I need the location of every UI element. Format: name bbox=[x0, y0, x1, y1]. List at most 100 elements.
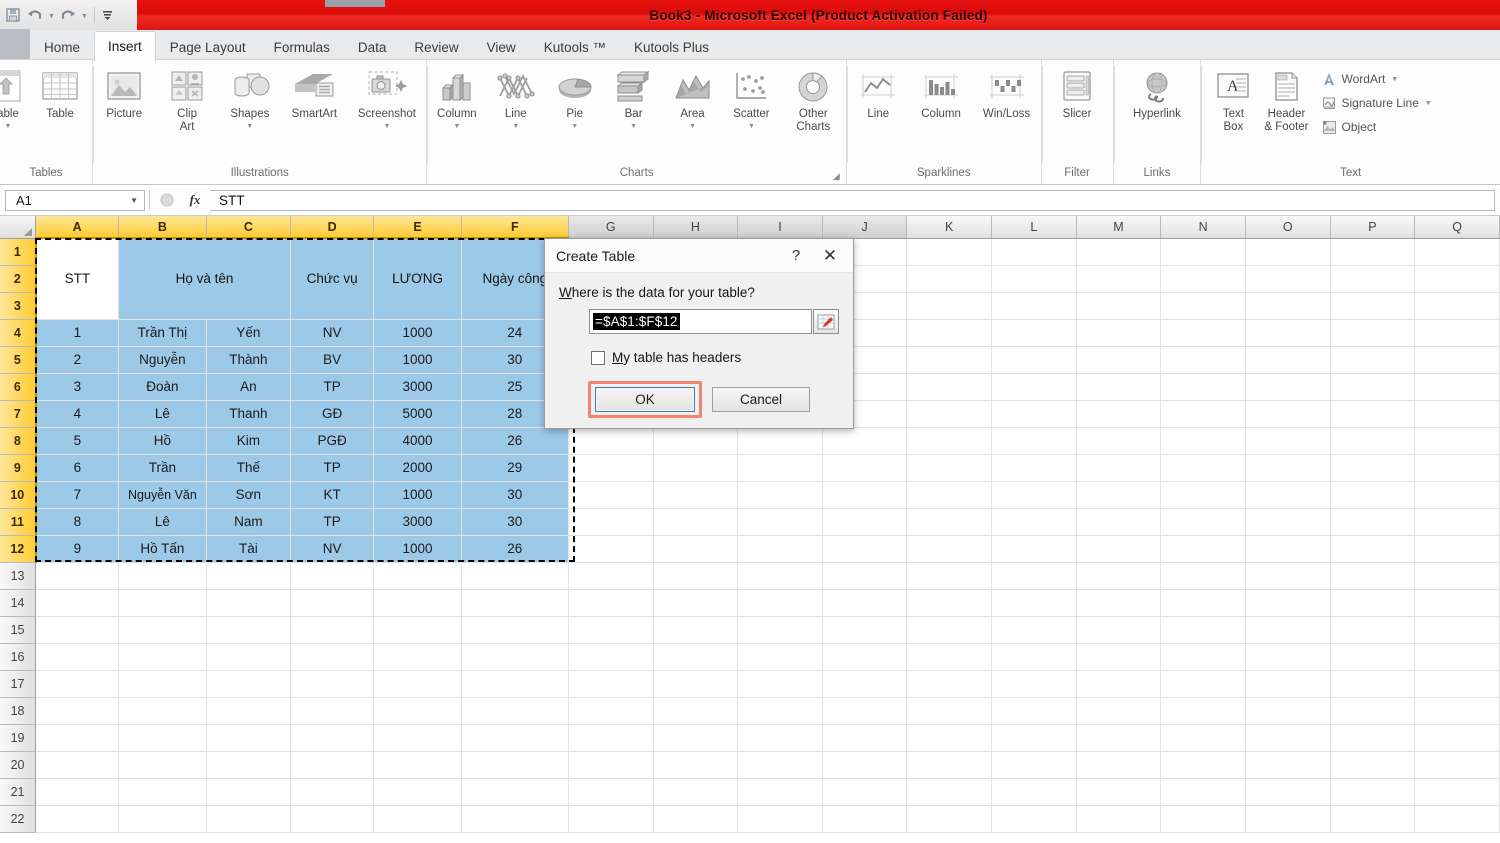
cell-ngaycong[interactable]: 30 bbox=[461, 508, 569, 536]
cell-L22[interactable] bbox=[991, 805, 1077, 833]
cell-O21[interactable] bbox=[1245, 778, 1331, 806]
cell-E21[interactable] bbox=[373, 778, 462, 806]
cell-Q11[interactable] bbox=[1414, 508, 1500, 536]
cell-K1[interactable] bbox=[906, 238, 992, 266]
cell-N5[interactable] bbox=[1160, 346, 1246, 374]
cell-H12[interactable] bbox=[653, 535, 739, 563]
cell-H11[interactable] bbox=[653, 508, 739, 536]
cell-Q15[interactable] bbox=[1414, 616, 1500, 644]
cell-N18[interactable] bbox=[1160, 697, 1246, 725]
cell-I22[interactable] bbox=[737, 805, 823, 833]
row-header-17[interactable]: 17 bbox=[0, 670, 37, 698]
cell-G17[interactable] bbox=[568, 670, 654, 698]
cell-Q9[interactable] bbox=[1414, 454, 1500, 482]
cell-M8[interactable] bbox=[1076, 427, 1162, 455]
cell-N22[interactable] bbox=[1160, 805, 1246, 833]
col-header-K[interactable]: K bbox=[906, 216, 992, 239]
bar-chart-button[interactable]: Bar ▼ bbox=[608, 66, 660, 131]
cell-Q13[interactable] bbox=[1414, 562, 1500, 590]
cell-O15[interactable] bbox=[1245, 616, 1331, 644]
cell-M10[interactable] bbox=[1076, 481, 1162, 509]
cell-L1[interactable] bbox=[991, 238, 1077, 266]
cell-ten[interactable]: Nam bbox=[206, 508, 291, 536]
undo-icon[interactable] bbox=[24, 3, 46, 27]
cell-M21[interactable] bbox=[1076, 778, 1162, 806]
tab-formulas[interactable]: Formulas bbox=[260, 33, 344, 61]
cell-P8[interactable] bbox=[1330, 427, 1416, 455]
cell-M5[interactable] bbox=[1076, 346, 1162, 374]
cell-luong[interactable]: 5000 bbox=[373, 400, 462, 428]
cell-ten[interactable]: Thế bbox=[206, 454, 291, 482]
cell-B19[interactable] bbox=[118, 724, 207, 752]
cell-H16[interactable] bbox=[653, 643, 739, 671]
cell-K17[interactable] bbox=[906, 670, 992, 698]
table-button[interactable]: Table bbox=[34, 66, 86, 121]
row-header-22[interactable]: 22 bbox=[0, 805, 37, 833]
col-header-C[interactable]: C bbox=[206, 216, 291, 239]
cell-J13[interactable] bbox=[822, 562, 908, 590]
sparkline-line-button[interactable]: Line bbox=[852, 66, 904, 121]
smartart-button[interactable]: SmartArt bbox=[287, 66, 342, 121]
name-box[interactable]: A1 ▼ bbox=[5, 189, 145, 211]
cell-A18[interactable] bbox=[35, 697, 120, 725]
row-header-5[interactable]: 5 bbox=[0, 346, 37, 374]
shapes-button[interactable]: Shapes ▼ bbox=[224, 66, 276, 131]
pivottable-button[interactable]: able ▼ bbox=[0, 66, 34, 131]
cell-M14[interactable] bbox=[1076, 589, 1162, 617]
cell-I8[interactable] bbox=[737, 427, 823, 455]
row-header-15[interactable]: 15 bbox=[0, 616, 37, 644]
column-chart-caret-icon[interactable]: ▼ bbox=[453, 122, 460, 131]
name-box-dropdown-icon[interactable]: ▼ bbox=[130, 196, 138, 205]
cell-ho[interactable]: Hồ bbox=[118, 427, 207, 455]
cell-N9[interactable] bbox=[1160, 454, 1246, 482]
cell-N2[interactable] bbox=[1160, 265, 1246, 293]
cell-K6[interactable] bbox=[906, 373, 992, 401]
cell-L18[interactable] bbox=[991, 697, 1077, 725]
screenshot-button[interactable]: Screenshot ▼ bbox=[353, 66, 421, 131]
cell-N8[interactable] bbox=[1160, 427, 1246, 455]
tab-page-layout[interactable]: Page Layout bbox=[156, 33, 260, 61]
clipart-button[interactable]: Clip Art bbox=[161, 66, 213, 133]
cell-P4[interactable] bbox=[1330, 319, 1416, 347]
cell-K18[interactable] bbox=[906, 697, 992, 725]
cell-I17[interactable] bbox=[737, 670, 823, 698]
cell-chucvu[interactable]: NV bbox=[290, 319, 375, 347]
cell-Q18[interactable] bbox=[1414, 697, 1500, 725]
slicer-button[interactable]: Slicer bbox=[1051, 66, 1103, 121]
cell-ten[interactable]: Thanh bbox=[206, 400, 291, 428]
cell-P18[interactable] bbox=[1330, 697, 1416, 725]
row-header-21[interactable]: 21 bbox=[0, 778, 37, 806]
col-header-L[interactable]: L bbox=[991, 216, 1077, 239]
cell-ho[interactable]: Lê bbox=[118, 508, 207, 536]
tab-kutools-plus[interactable]: Kutools Plus bbox=[620, 33, 723, 61]
cell-ngaycong[interactable]: 26 bbox=[461, 535, 569, 563]
cell-D20[interactable] bbox=[290, 751, 375, 779]
cell-ten[interactable]: Thành bbox=[206, 346, 291, 374]
picture-button[interactable]: Picture bbox=[98, 66, 150, 121]
row-header-13[interactable]: 13 bbox=[0, 562, 37, 590]
cell-L13[interactable] bbox=[991, 562, 1077, 590]
cell-P22[interactable] bbox=[1330, 805, 1416, 833]
insert-function-icon[interactable]: fx bbox=[180, 190, 210, 211]
cell-F19[interactable] bbox=[461, 724, 569, 752]
cell-I9[interactable] bbox=[737, 454, 823, 482]
cell-O11[interactable] bbox=[1245, 508, 1331, 536]
cell-G11[interactable] bbox=[568, 508, 654, 536]
cell-M13[interactable] bbox=[1076, 562, 1162, 590]
cell-ten[interactable]: An bbox=[206, 373, 291, 401]
cell-I16[interactable] bbox=[737, 643, 823, 671]
cell-C16[interactable] bbox=[206, 643, 291, 671]
cell-L5[interactable] bbox=[991, 346, 1077, 374]
signature-line-button[interactable]: Signature Line ▼ bbox=[1318, 92, 1435, 114]
cell-H13[interactable] bbox=[653, 562, 739, 590]
cell-Q20[interactable] bbox=[1414, 751, 1500, 779]
cell-O4[interactable] bbox=[1245, 319, 1331, 347]
area-chart-caret-icon[interactable]: ▼ bbox=[689, 122, 696, 131]
col-header-A[interactable]: A bbox=[35, 216, 120, 239]
row-header-11[interactable]: 11 bbox=[0, 508, 37, 536]
column-chart-button[interactable]: Column ▼ bbox=[431, 66, 483, 131]
cell-D19[interactable] bbox=[290, 724, 375, 752]
cell-B22[interactable] bbox=[118, 805, 207, 833]
cell-L15[interactable] bbox=[991, 616, 1077, 644]
cell-N6[interactable] bbox=[1160, 373, 1246, 401]
